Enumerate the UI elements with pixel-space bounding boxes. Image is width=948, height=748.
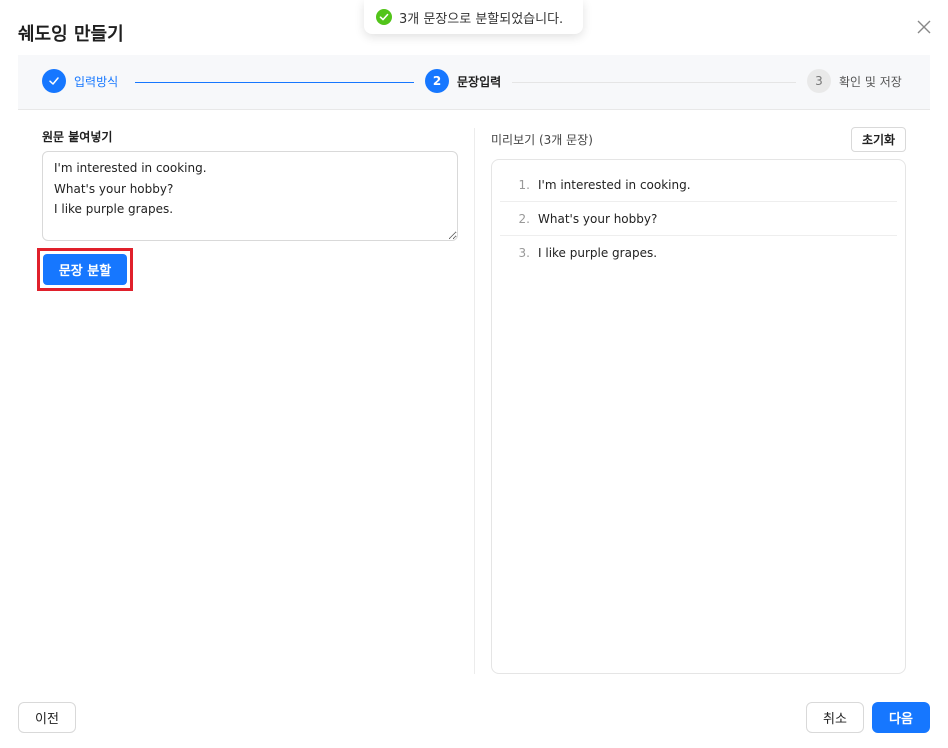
preview-label: 미리보기 (3개 문장) bbox=[491, 133, 593, 147]
item-number: 2. bbox=[518, 211, 530, 226]
previous-button[interactable]: 이전 bbox=[18, 702, 76, 733]
item-number: 3. bbox=[518, 246, 530, 260]
step-sentence-input: 2 문장입력 bbox=[425, 69, 501, 93]
item-number: 1. bbox=[518, 177, 530, 192]
item-text: I'm interested in cooking. bbox=[538, 177, 691, 192]
step-progress: 입력방식 2 문장입력 3 확인 및 저장 bbox=[18, 55, 930, 110]
item-text: I like purple grapes. bbox=[538, 246, 658, 260]
step-3-label: 확인 및 저장 bbox=[839, 74, 902, 89]
reset-button[interactable]: 초기화 bbox=[851, 127, 906, 152]
step-3-circle: 3 bbox=[807, 69, 831, 93]
next-button[interactable]: 다음 bbox=[872, 702, 930, 733]
input-pane: 원문 붙여넣기 I'm interested in cooking. What'… bbox=[42, 128, 458, 241]
success-toast: 3개 문장으로 분할되었습니다. bbox=[364, 0, 583, 34]
input-label: 원문 붙여넣기 bbox=[42, 130, 113, 144]
step-connector-1 bbox=[135, 82, 414, 83]
preview-item: 3. I like purple grapes. bbox=[500, 236, 897, 270]
preview-item: 2. What's your hobby? bbox=[500, 202, 897, 236]
pane-divider bbox=[474, 128, 475, 674]
step-2-circle: 2 bbox=[425, 69, 449, 93]
close-button[interactable] bbox=[914, 17, 934, 37]
split-button-highlight: 문장 분할 bbox=[37, 248, 133, 291]
step-1-circle bbox=[42, 69, 66, 93]
close-icon bbox=[917, 20, 931, 34]
step-input-method: 입력방식 bbox=[42, 69, 118, 93]
check-circle-icon bbox=[376, 9, 392, 25]
preview-list: 1. I'm interested in cooking. 2. What's … bbox=[491, 159, 906, 674]
step-confirm-save: 3 확인 및 저장 bbox=[807, 69, 902, 93]
cancel-button[interactable]: 취소 bbox=[806, 702, 864, 733]
step-1-label: 입력방식 bbox=[74, 74, 119, 89]
shadowing-modal: 쉐도잉 만들기 3개 문장으로 분할되었습니다. 입력방식 2 문장입력 3 확… bbox=[0, 0, 948, 748]
check-icon bbox=[49, 77, 59, 85]
toast-message: 3개 문장으로 분할되었습니다. bbox=[399, 11, 564, 27]
item-text: What's your hobby? bbox=[538, 211, 658, 226]
source-text-input[interactable]: I'm interested in cooking. What's your h… bbox=[42, 151, 458, 241]
step-2-label: 문장입력 bbox=[457, 74, 502, 89]
preview-item: 1. I'm interested in cooking. bbox=[500, 168, 897, 202]
split-sentences-button[interactable]: 문장 분할 bbox=[43, 254, 127, 285]
modal-title: 쉐도잉 만들기 bbox=[18, 24, 124, 45]
step-connector-2 bbox=[512, 82, 796, 83]
